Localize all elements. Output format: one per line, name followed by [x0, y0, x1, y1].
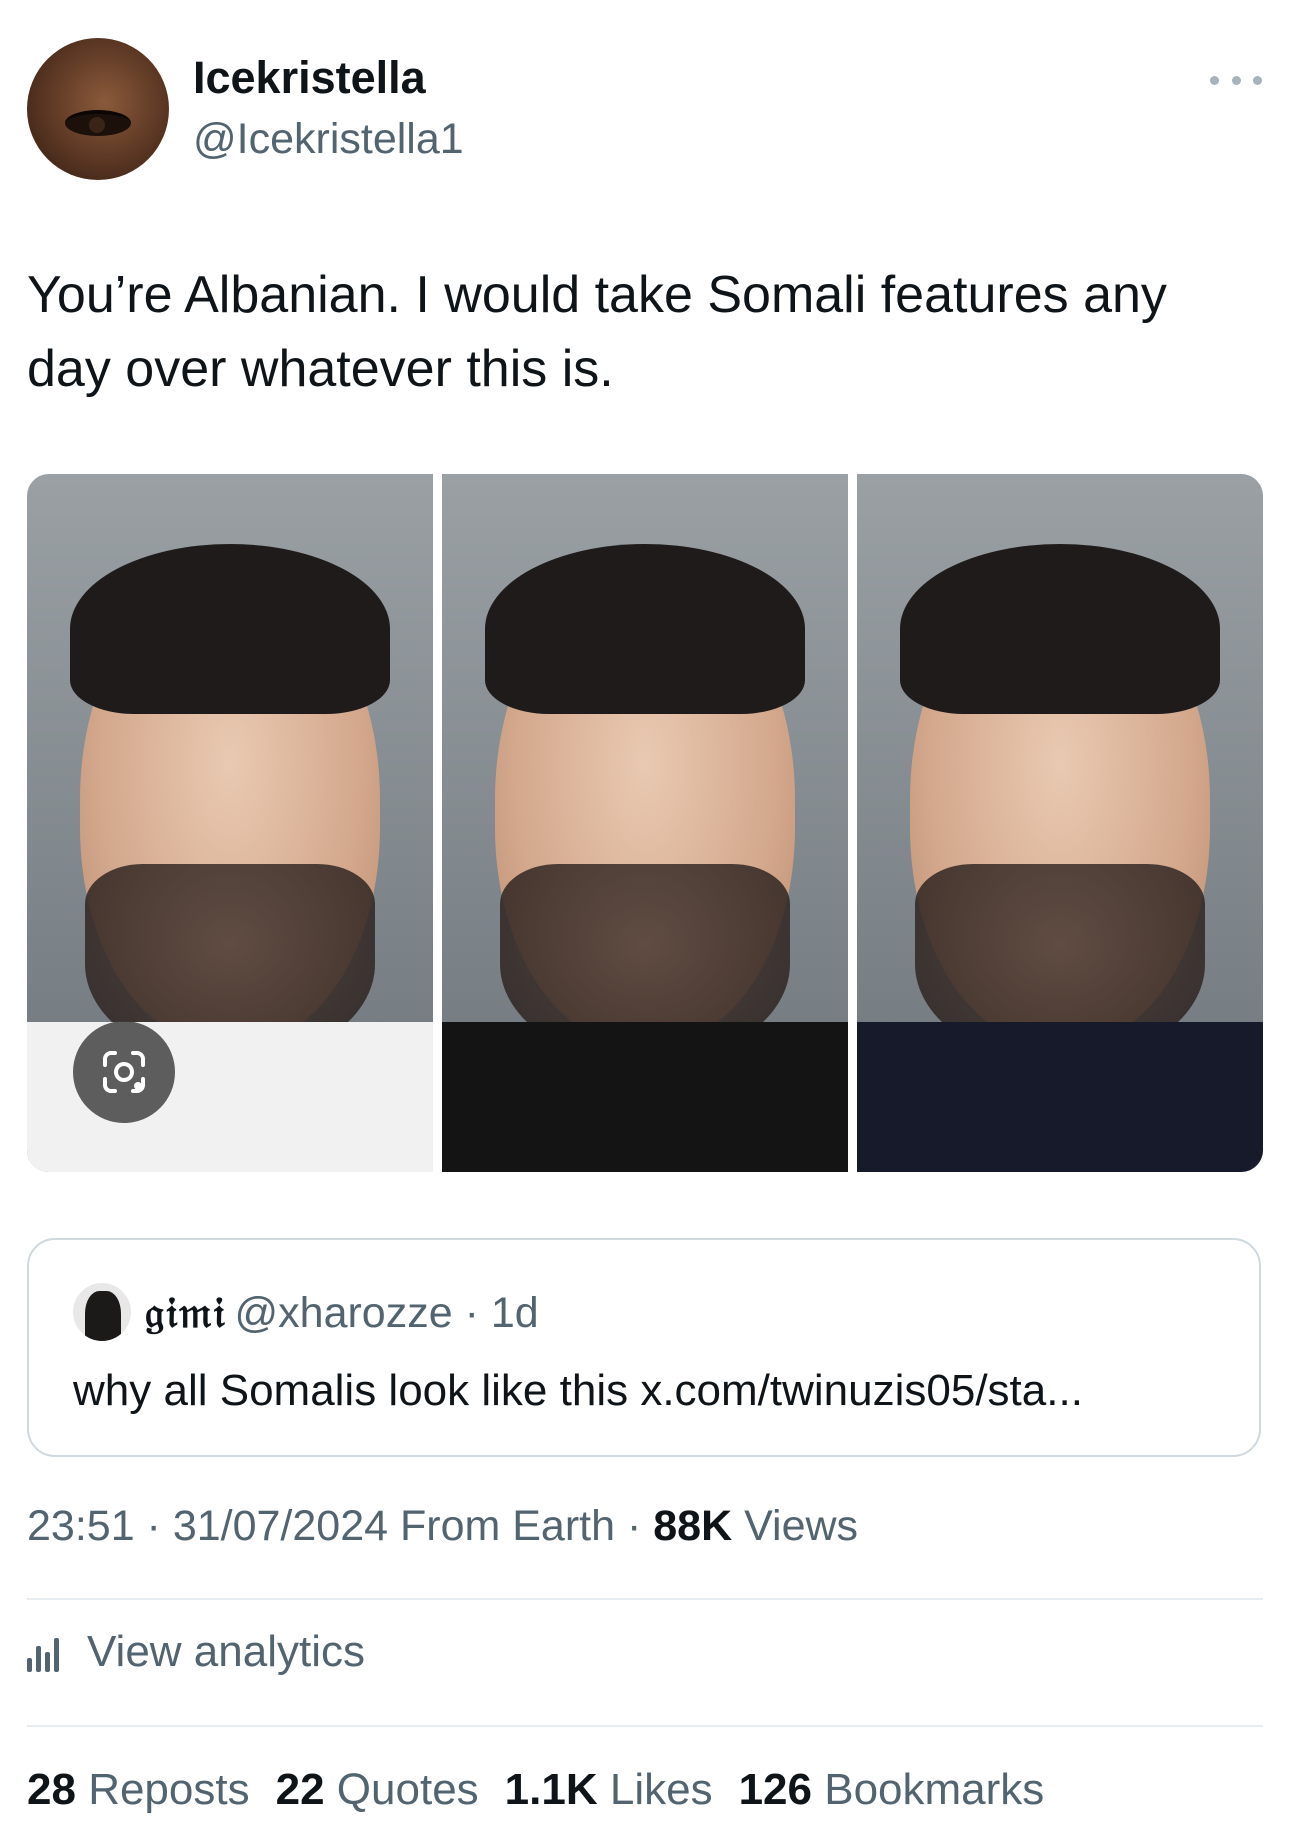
- bar-chart-icon: [27, 1632, 71, 1672]
- view-analytics-label: View analytics: [87, 1627, 365, 1676]
- more-options-icon[interactable]: [1210, 60, 1262, 100]
- camera-lens-glyph: [103, 1051, 145, 1093]
- quoted-handle-time: @xharozze · 1d: [234, 1289, 539, 1337]
- bookmarks-stat[interactable]: 126 Bookmarks: [739, 1764, 1045, 1816]
- quoted-avatar-figure: [85, 1291, 121, 1341]
- views-count: 88K: [653, 1502, 733, 1550]
- bookmarks-count: 126: [738, 1765, 812, 1814]
- view-analytics-link[interactable]: View analytics: [27, 1626, 365, 1678]
- tweet-timestamp[interactable]: 23:51 · 31/07/2024: [27, 1502, 388, 1550]
- photo-shirt: [442, 1022, 848, 1172]
- author-handle[interactable]: @Icekristella1: [193, 114, 464, 164]
- photo-hair: [485, 544, 805, 714]
- quoted-avatar: [73, 1283, 131, 1341]
- more-dot: [1231, 75, 1241, 85]
- quoted-text: why all Somalis look like this x.com/twi…: [73, 1366, 1083, 1415]
- meta-separator: ·: [626, 1502, 642, 1550]
- views-label: Views: [744, 1502, 859, 1550]
- media-photo-3[interactable]: [857, 474, 1263, 1172]
- photo-hair: [900, 544, 1220, 714]
- camera-lens-icon[interactable]: [73, 1021, 175, 1123]
- avatar-eye-detail: [65, 110, 131, 136]
- divider: [27, 1725, 1263, 1727]
- reposts-count: 28: [27, 1765, 76, 1814]
- quotes-label: Quotes: [336, 1765, 479, 1814]
- author-avatar[interactable]: [27, 38, 169, 180]
- quoted-display-name: 𝔤𝔦𝔪𝔦: [145, 1288, 227, 1338]
- quotes-stat[interactable]: 22 Quotes: [276, 1764, 479, 1816]
- quoted-tweet-card[interactable]: 𝔤𝔦𝔪𝔦 @xharozze · 1d why all Somalis look …: [27, 1238, 1261, 1457]
- photo-hair: [70, 544, 390, 714]
- author-display-name[interactable]: Icekristella: [193, 52, 426, 104]
- likes-label: Likes: [609, 1765, 713, 1814]
- quotes-count: 22: [275, 1765, 325, 1814]
- more-dot: [1210, 75, 1219, 85]
- tweet-meta: 23:51 · 31/07/2024 From Earth · 88K View…: [27, 1500, 858, 1552]
- reposts-stat[interactable]: 28 Reposts: [27, 1764, 250, 1816]
- tweet-text: You’re Albanian. I would take Somali fea…: [27, 266, 1167, 398]
- photo-shirt: [857, 1022, 1263, 1172]
- reposts-label: Reposts: [88, 1765, 250, 1814]
- likes-stat[interactable]: 1.1K Likes: [505, 1764, 713, 1816]
- media-photo-2[interactable]: [442, 474, 848, 1172]
- engagement-stats: 28 Reposts 22 Quotes 1.1K Likes 126 Book…: [27, 1764, 1044, 1816]
- quoted-header: 𝔤𝔦𝔪𝔦 @xharozze · 1d: [145, 1288, 539, 1338]
- bookmarks-label: Bookmarks: [824, 1765, 1045, 1814]
- likes-count: 1.1K: [504, 1765, 598, 1814]
- tweet-source: From Earth: [399, 1502, 616, 1550]
- divider: [27, 1598, 1263, 1600]
- tweet-media-grid: [27, 474, 1263, 1172]
- more-dot: [1253, 75, 1262, 85]
